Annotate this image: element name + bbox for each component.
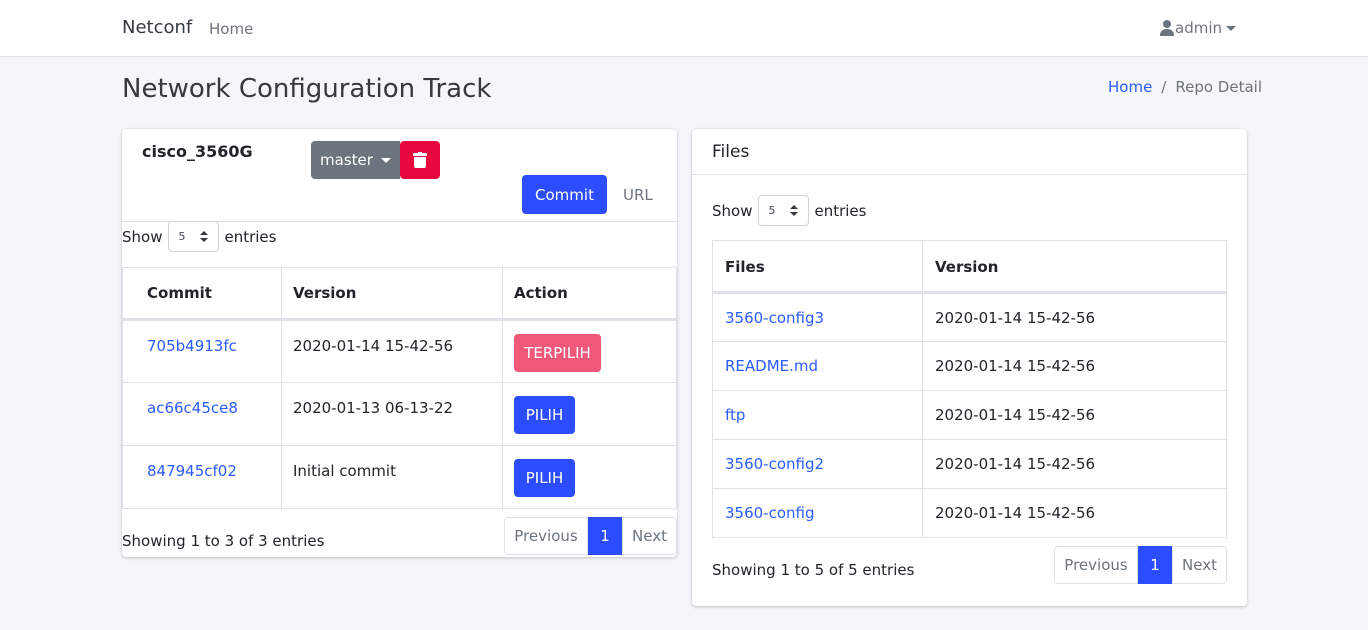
version-cell: 2020-01-14 15-42-56	[922, 390, 1227, 440]
file-cell: 3560-config2	[712, 439, 923, 489]
show-label: Show	[712, 201, 753, 220]
repo-name: cisco_3560G	[142, 142, 253, 161]
user-menu-dropdown[interactable]: admin	[1160, 19, 1236, 37]
table-row: 847945cf02 Initial commit PILIH	[122, 445, 677, 509]
action-cell: TERPILIH	[502, 319, 677, 383]
pagination-page-1[interactable]: 1	[1138, 546, 1172, 584]
files-showing-info: Showing 1 to 5 of 5 entries	[712, 561, 915, 579]
file-link[interactable]: 3560-config	[725, 504, 815, 522]
select-arrows-icon	[790, 205, 799, 218]
column-header-commit[interactable]: Commit	[122, 267, 282, 321]
user-icon	[1160, 20, 1174, 36]
card-header-divider	[692, 174, 1247, 175]
entries-label: entries	[224, 227, 277, 246]
show-label: Show	[122, 227, 163, 246]
action-cell: PILIH	[502, 382, 677, 446]
table-row: 3560-config2 2020-01-14 15-42-56	[712, 439, 1227, 489]
file-cell: 3560-config	[712, 488, 923, 538]
action-cell: PILIH	[502, 445, 677, 509]
commits-entries-select[interactable]: 5	[168, 221, 220, 252]
table-row: 3560-config 2020-01-14 15-42-56	[712, 488, 1227, 538]
entries-select-value: 5	[178, 230, 186, 243]
table-row: README.md 2020-01-14 15-42-56	[712, 341, 1227, 391]
column-header-version[interactable]: Version	[281, 267, 503, 321]
commit-cell: 705b4913fc	[122, 319, 282, 383]
file-cell: 3560-config3	[712, 292, 923, 342]
caret-down-icon	[1226, 25, 1236, 31]
commits-pagination: Previous 1 Next	[504, 517, 677, 555]
version-cell: 2020-01-14 15-42-56	[922, 292, 1227, 342]
commits-length-control: Show 5 entries	[122, 221, 276, 252]
caret-down-icon	[380, 157, 391, 163]
delete-repo-button[interactable]	[400, 141, 440, 179]
table-header-row: Commit Version Action	[122, 267, 677, 321]
pilih-button[interactable]: PILIH	[514, 459, 575, 497]
entries-label: entries	[814, 201, 867, 220]
file-link[interactable]: 3560-config3	[725, 309, 824, 327]
table-header-row: Files Version	[712, 240, 1227, 294]
column-header-version[interactable]: Version	[922, 240, 1227, 294]
table-row: ftp 2020-01-14 15-42-56	[712, 390, 1227, 440]
file-link[interactable]: README.md	[725, 357, 818, 375]
version-cell: 2020-01-14 15-42-56	[281, 319, 503, 383]
commit-hash-link[interactable]: 705b4913fc	[147, 337, 237, 355]
breadcrumb-home[interactable]: Home	[1108, 78, 1152, 96]
version-cell: 2020-01-14 15-42-56	[922, 439, 1227, 489]
entries-select-value: 5	[768, 204, 776, 217]
repo-commits-card: cisco_3560G master Commit URL Show 5 ent…	[122, 129, 677, 557]
tab-url[interactable]: URL	[623, 186, 653, 204]
table-row: 705b4913fc 2020-01-14 15-42-56 TERPILIH	[122, 319, 677, 383]
files-pagination: Previous 1 Next	[1054, 546, 1227, 584]
version-cell: 2020-01-14 15-42-56	[922, 341, 1227, 391]
select-arrows-icon	[200, 231, 209, 244]
file-cell: ftp	[712, 390, 923, 440]
pagination-previous[interactable]: Previous	[504, 517, 588, 555]
page-title: Network Configuration Track	[122, 74, 492, 104]
commit-hash-link[interactable]: 847945cf02	[147, 462, 237, 480]
file-link[interactable]: ftp	[725, 406, 745, 424]
tab-commit[interactable]: Commit	[522, 175, 607, 214]
nav-home-link[interactable]: Home	[209, 20, 253, 38]
pagination-next[interactable]: Next	[622, 517, 677, 555]
column-header-action[interactable]: Action	[502, 267, 677, 321]
commits-showing-info: Showing 1 to 3 of 3 entries	[122, 532, 325, 550]
files-entries-select[interactable]: 5	[758, 195, 810, 226]
user-name: admin	[1175, 19, 1222, 37]
brand-link[interactable]: Netconf	[122, 17, 192, 38]
column-header-files[interactable]: Files	[712, 240, 923, 294]
terpilih-button[interactable]: TERPILIH	[514, 334, 601, 372]
version-cell: Initial commit	[281, 445, 503, 509]
branch-dropdown-button[interactable]: master	[311, 141, 400, 179]
commit-cell: 847945cf02	[122, 445, 282, 509]
file-cell: README.md	[712, 341, 923, 391]
pilih-button[interactable]: PILIH	[514, 396, 575, 434]
pagination-previous[interactable]: Previous	[1054, 546, 1138, 584]
file-link[interactable]: 3560-config2	[725, 455, 824, 473]
pagination-next[interactable]: Next	[1172, 546, 1227, 584]
breadcrumb-current: Repo Detail	[1175, 78, 1262, 96]
pagination-page-1[interactable]: 1	[588, 517, 622, 555]
files-card-title: Files	[712, 142, 750, 162]
breadcrumb: Home / Repo Detail	[1108, 78, 1262, 96]
files-table: Files Version 3560-config3 2020-01-14 15…	[712, 240, 1227, 538]
breadcrumb-separator: /	[1161, 78, 1167, 96]
branch-label: master	[320, 151, 373, 169]
commit-cell: ac66c45ce8	[122, 382, 282, 446]
version-cell: 2020-01-14 15-42-56	[922, 488, 1227, 538]
table-row: ac66c45ce8 2020-01-13 06-13-22 PILIH	[122, 382, 677, 446]
version-cell: 2020-01-13 06-13-22	[281, 382, 503, 446]
files-length-control: Show 5 entries	[712, 195, 866, 226]
files-card: Files Show 5 entries Files Version 3560-…	[692, 129, 1247, 606]
table-row: 3560-config3 2020-01-14 15-42-56	[712, 292, 1227, 342]
top-navbar: Netconf Home admin	[0, 0, 1368, 57]
commit-hash-link[interactable]: ac66c45ce8	[147, 399, 238, 417]
trash-icon	[413, 152, 427, 168]
commits-table: Commit Version Action 705b4913fc 2020-01…	[122, 267, 677, 509]
